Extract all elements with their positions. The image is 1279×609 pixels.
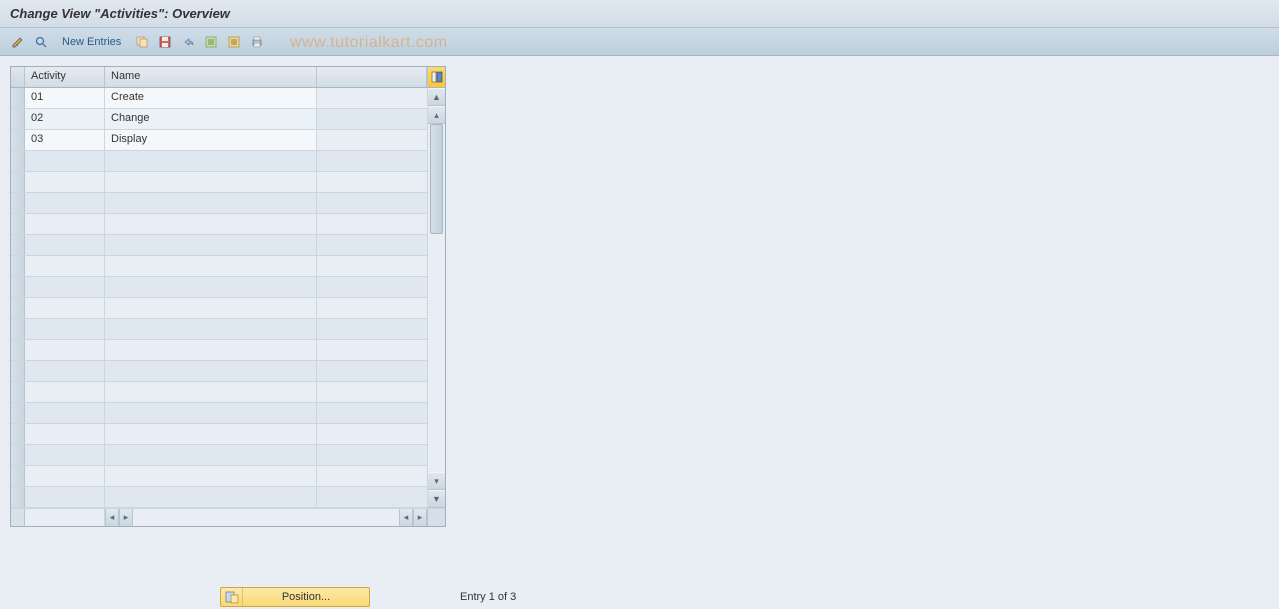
- scroll-up-button[interactable]: ▲: [428, 88, 445, 106]
- edit-icon[interactable]: [8, 32, 28, 52]
- row-selector-header[interactable]: [11, 67, 25, 87]
- table-row-empty[interactable]: [11, 256, 427, 277]
- cell-activity[interactable]: 03: [25, 130, 105, 150]
- table-row-empty[interactable]: [11, 424, 427, 445]
- table-row[interactable]: 01 Create: [11, 88, 427, 109]
- table-row[interactable]: 03 Display: [11, 130, 427, 151]
- table-header: Activity Name: [11, 67, 427, 88]
- cell-activity[interactable]: 01: [25, 88, 105, 108]
- cell-name[interactable]: Display: [105, 130, 317, 150]
- table-row-empty[interactable]: [11, 382, 427, 403]
- column-spacer: [317, 67, 427, 87]
- row-selector[interactable]: [11, 88, 25, 108]
- activities-table: Activity Name 01 Create 02 Change: [10, 66, 446, 527]
- search-icon[interactable]: [31, 32, 51, 52]
- scroll-down-button[interactable]: ▼: [428, 490, 445, 508]
- row-selector[interactable]: [11, 109, 25, 129]
- cell-activity[interactable]: 02: [25, 109, 105, 129]
- table-row-empty[interactable]: [11, 172, 427, 193]
- table-row-empty[interactable]: [11, 487, 427, 508]
- scroll-right-button[interactable]: ▸: [119, 509, 133, 526]
- scroll-down-inner-button[interactable]: ▾: [428, 472, 445, 490]
- scroll-right-end-button[interactable]: ▸: [413, 509, 427, 526]
- horizontal-scrollbar[interactable]: ◂ ▸ ◂ ▸: [11, 508, 445, 526]
- table-row-empty[interactable]: [11, 214, 427, 235]
- table-row-empty[interactable]: [11, 403, 427, 424]
- select-all-icon[interactable]: [201, 32, 221, 52]
- cell-name[interactable]: Change: [105, 109, 317, 129]
- copy-icon[interactable]: [132, 32, 152, 52]
- scroll-left-button[interactable]: ◂: [105, 509, 119, 526]
- table-row-empty[interactable]: [11, 151, 427, 172]
- scroll-up-inner-button[interactable]: ▴: [428, 106, 445, 124]
- scroll-left-end-button[interactable]: ◂: [399, 509, 413, 526]
- new-entries-button[interactable]: New Entries: [54, 34, 129, 50]
- deselect-icon[interactable]: [224, 32, 244, 52]
- table-row-empty[interactable]: [11, 340, 427, 361]
- column-header-name[interactable]: Name: [105, 67, 317, 87]
- table-settings-button[interactable]: [427, 67, 445, 88]
- save-icon[interactable]: [155, 32, 175, 52]
- position-icon: [221, 588, 243, 606]
- table-row-empty[interactable]: [11, 235, 427, 256]
- entry-status-label: Entry 1 of 3: [460, 591, 516, 603]
- table-row-empty[interactable]: [11, 298, 427, 319]
- page-title: Change View "Activities": Overview: [0, 0, 1279, 28]
- table-row-empty[interactable]: [11, 193, 427, 214]
- table-row-empty[interactable]: [11, 277, 427, 298]
- table-row-empty[interactable]: [11, 319, 427, 340]
- print-icon[interactable]: [247, 32, 267, 52]
- scroll-track[interactable]: [428, 124, 445, 472]
- undo-icon[interactable]: [178, 32, 198, 52]
- position-button[interactable]: Position...: [220, 587, 370, 607]
- cell-name[interactable]: Create: [105, 88, 317, 108]
- table-row-empty[interactable]: [11, 361, 427, 382]
- footer-bar: Position... Entry 1 of 3: [220, 587, 516, 607]
- table-body: 01 Create 02 Change 03 Display: [11, 88, 427, 508]
- vertical-scrollbar[interactable]: ▲ ▴ ▾ ▼: [427, 88, 445, 508]
- table-row[interactable]: 02 Change: [11, 109, 427, 130]
- position-button-label: Position...: [243, 591, 369, 603]
- h-scroll-track[interactable]: [133, 509, 399, 526]
- table-row-empty[interactable]: [11, 466, 427, 487]
- scroll-thumb[interactable]: [430, 124, 443, 234]
- application-toolbar: New Entries: [0, 28, 1279, 56]
- row-selector[interactable]: [11, 130, 25, 150]
- column-header-activity[interactable]: Activity: [25, 67, 105, 87]
- table-row-empty[interactable]: [11, 445, 427, 466]
- content-area: Activity Name 01 Create 02 Change: [0, 56, 1279, 537]
